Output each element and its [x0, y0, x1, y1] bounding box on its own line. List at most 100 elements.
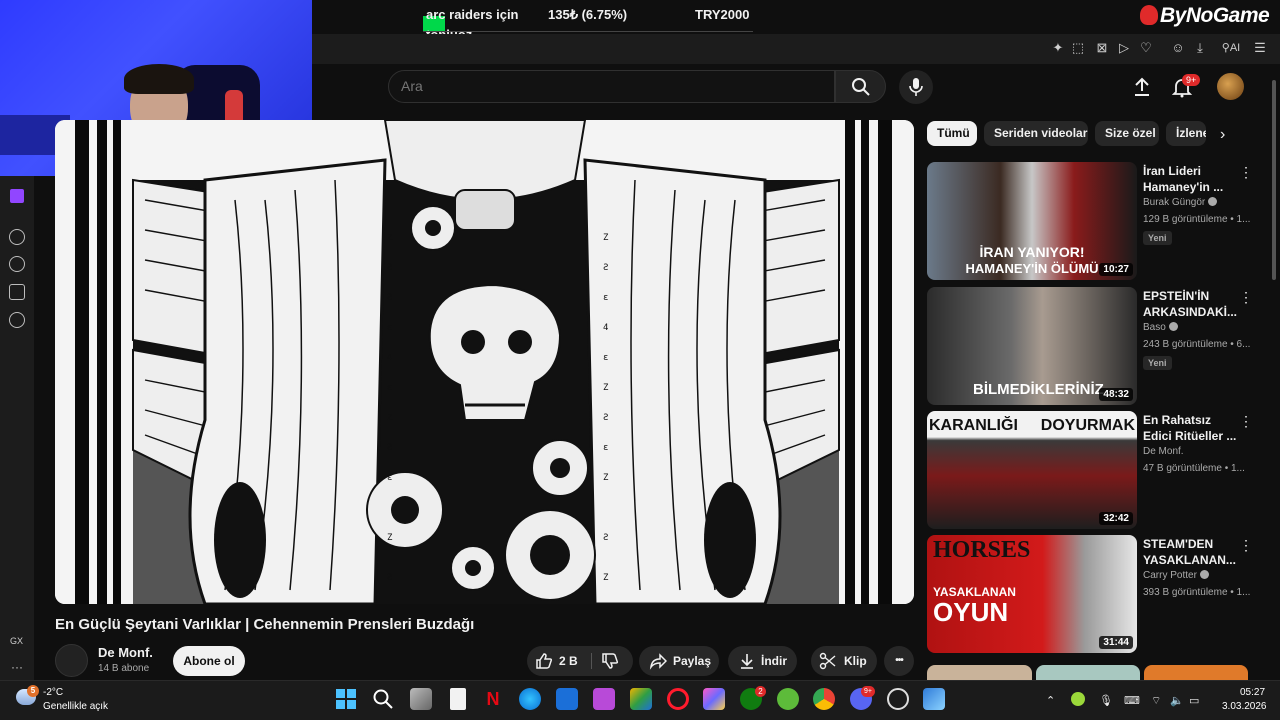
- netflix-icon[interactable]: N: [482, 688, 504, 710]
- svg-text:Z: Z: [603, 573, 609, 583]
- recommendation-thumbnail[interactable]: BİLMEDİKLERİNİZ 48:32: [927, 287, 1137, 405]
- chip-watched[interactable]: İzlenen: [1166, 121, 1206, 146]
- download-video-icon: [741, 654, 753, 669]
- recommendation-thumbnail[interactable]: KARANLIĞI DOYURMAK 32:42: [927, 411, 1137, 529]
- player-icon[interactable]: ▷: [1116, 40, 1132, 56]
- video-duration: 31:44: [1099, 636, 1133, 649]
- subscribe-button[interactable]: Abone ol: [173, 646, 245, 676]
- search-button[interactable]: [835, 70, 886, 103]
- snapshot-icon[interactable]: ⬚: [1070, 40, 1086, 56]
- search-input[interactable]: [401, 78, 821, 94]
- more-vert-icon[interactable]: ⋮: [1239, 289, 1253, 305]
- recommendation-title-line2[interactable]: Edici Ritüeller ...: [1143, 428, 1238, 444]
- recommendation-item[interactable]: KARANLIĞI DOYURMAK 32:42 En Rahatsız Edi…: [927, 411, 1257, 529]
- svg-text:Z: Z: [603, 233, 609, 243]
- clip-button[interactable]: Klip: [811, 646, 877, 676]
- recommendation-views: 47 B görüntüleme • 1...: [1143, 463, 1245, 474]
- store-icon[interactable]: [556, 688, 578, 710]
- channel-name[interactable]: De Monf.: [98, 645, 153, 660]
- voice-search-button[interactable]: [899, 70, 933, 104]
- video-player[interactable]: Z Ƨ Ƨε 4 ε Z Ƨε Z Ƨ Z Ƨε 4 ε Z Ƨε Z Ƨ Z: [55, 120, 914, 604]
- gx-label[interactable]: GX: [10, 636, 23, 646]
- video-duration: 10:27: [1099, 263, 1133, 276]
- start-button[interactable]: [335, 688, 357, 710]
- chrome-icon[interactable]: [813, 688, 835, 710]
- chip-for-you[interactable]: Size özel: [1095, 121, 1159, 146]
- ai-icon[interactable]: ⚲AI: [1218, 40, 1244, 56]
- pin-icon[interactable]: ✦: [1050, 40, 1066, 56]
- app-icon[interactable]: [923, 688, 945, 710]
- scrollbar-thumb[interactable]: [1272, 80, 1276, 280]
- recommendation-channel[interactable]: Baso: [1143, 322, 1178, 333]
- more-vert-icon[interactable]: ⋮: [1239, 164, 1253, 180]
- like-button[interactable]: 2 B: [527, 646, 589, 676]
- settings-icon[interactable]: [9, 312, 25, 328]
- volume-icon[interactable]: 🔈: [1170, 694, 1184, 707]
- opera-gx-icon[interactable]: [667, 688, 689, 710]
- keyboard-icon[interactable]: ⌨: [1124, 694, 1140, 707]
- recommendation-title-line2[interactable]: YASAKLANAN...: [1143, 552, 1238, 568]
- player-sidebar-icon[interactable]: [9, 229, 25, 245]
- video-duration: 32:42: [1099, 512, 1133, 525]
- dislike-button[interactable]: [593, 646, 633, 676]
- recommendation-item[interactable]: BİLMEDİKLERİNİZ 48:32 EPSTEİN'İN ARKASIN…: [927, 287, 1257, 405]
- twitch-icon[interactable]: [10, 189, 24, 203]
- heart-icon[interactable]: ♡: [1138, 40, 1154, 56]
- tray-app-icon[interactable]: [1071, 692, 1085, 706]
- upload-button[interactable]: [1131, 76, 1153, 98]
- sidebar-more-icon[interactable]: ···: [11, 660, 23, 674]
- recommendation-channel[interactable]: De Monf.: [1143, 446, 1184, 457]
- edge-icon[interactable]: [519, 688, 541, 710]
- profile-icon[interactable]: ☺: [1170, 40, 1186, 56]
- shield-icon[interactable]: ⊠: [1094, 40, 1110, 56]
- recommendation-thumbnail[interactable]: İRAN YANIYOR! HAMANEY'İN ÖLÜMÜ 10:27: [927, 162, 1137, 280]
- spotify-like-icon[interactable]: [777, 688, 799, 710]
- weather-description[interactable]: Genellikle açık: [43, 701, 108, 712]
- microphone-tray-icon[interactable]: 🎙: [1099, 694, 1113, 707]
- channel-avatar[interactable]: [55, 644, 88, 677]
- chevron-right-icon[interactable]: ›: [1220, 126, 1238, 144]
- recommendation-channel[interactable]: Burak Güngör: [1143, 197, 1218, 208]
- temperature[interactable]: -2°C: [43, 687, 63, 698]
- recommendation-title-line1[interactable]: İran Lideri: [1143, 163, 1238, 179]
- recommendation-title-line1[interactable]: STEAM'DEN: [1143, 536, 1238, 552]
- photos-icon[interactable]: [593, 688, 615, 710]
- recommendation-item[interactable]: HORSES YASAKLANAN OYUN 31:44 STEAM'DEN Y…: [927, 535, 1257, 653]
- recommendation-title-line1[interactable]: En Rahatsız: [1143, 412, 1238, 428]
- download-icon[interactable]: ⤓: [1192, 40, 1208, 56]
- more-actions-button[interactable]: •••: [884, 646, 914, 676]
- partial-thumbnail[interactable]: [1036, 665, 1140, 680]
- download-button[interactable]: İndir: [728, 646, 797, 676]
- recommendation-title-line1[interactable]: EPSTEİN'İN: [1143, 288, 1238, 304]
- recommendation-title-line2[interactable]: Hamaney'in ...: [1143, 179, 1238, 195]
- chevron-up-icon[interactable]: ⌃: [1046, 694, 1055, 707]
- search-taskbar-button[interactable]: [372, 688, 394, 710]
- task-view-icon[interactable]: [410, 688, 432, 710]
- account-avatar[interactable]: [1217, 73, 1244, 100]
- clock-date[interactable]: 3.03.2026: [1222, 701, 1267, 712]
- clock-time[interactable]: 05:27: [1240, 687, 1265, 698]
- svg-text:Ƨ: Ƨ: [387, 293, 392, 303]
- share-button[interactable]: Paylaş: [639, 646, 719, 676]
- more-vert-icon[interactable]: ⋮: [1239, 413, 1253, 429]
- steam-icon[interactable]: [887, 688, 909, 710]
- copilot-icon[interactable]: [703, 688, 725, 710]
- wifi-icon[interactable]: ⌔: [1151, 694, 1161, 708]
- chip-all[interactable]: Tümü: [927, 121, 977, 146]
- chip-series[interactable]: Seriden videolar: [984, 121, 1088, 146]
- page-scrollbar[interactable]: [1270, 60, 1278, 680]
- partial-thumbnail[interactable]: [1144, 665, 1248, 680]
- recommendation-channel[interactable]: Carry Potter: [1143, 570, 1209, 581]
- menu-icon[interactable]: ☰: [1252, 40, 1268, 56]
- history-icon[interactable]: [9, 256, 25, 272]
- battery-icon[interactable]: ▭: [1189, 694, 1199, 707]
- recommendation-title-line2[interactable]: ARKASINDAKİ...: [1143, 304, 1238, 320]
- recommendation-thumbnail[interactable]: HORSES YASAKLANAN OYUN 31:44: [927, 535, 1137, 653]
- partial-thumbnail[interactable]: [927, 665, 1032, 680]
- svg-text:ε: ε: [603, 293, 608, 303]
- file-icon[interactable]: [450, 688, 466, 710]
- recommendation-item[interactable]: İRAN YANIYOR! HAMANEY'İN ÖLÜMÜ 10:27 İra…: [927, 162, 1257, 280]
- apps-icon[interactable]: [630, 688, 652, 710]
- extensions-icon[interactable]: [9, 284, 25, 300]
- more-vert-icon[interactable]: ⋮: [1239, 537, 1253, 553]
